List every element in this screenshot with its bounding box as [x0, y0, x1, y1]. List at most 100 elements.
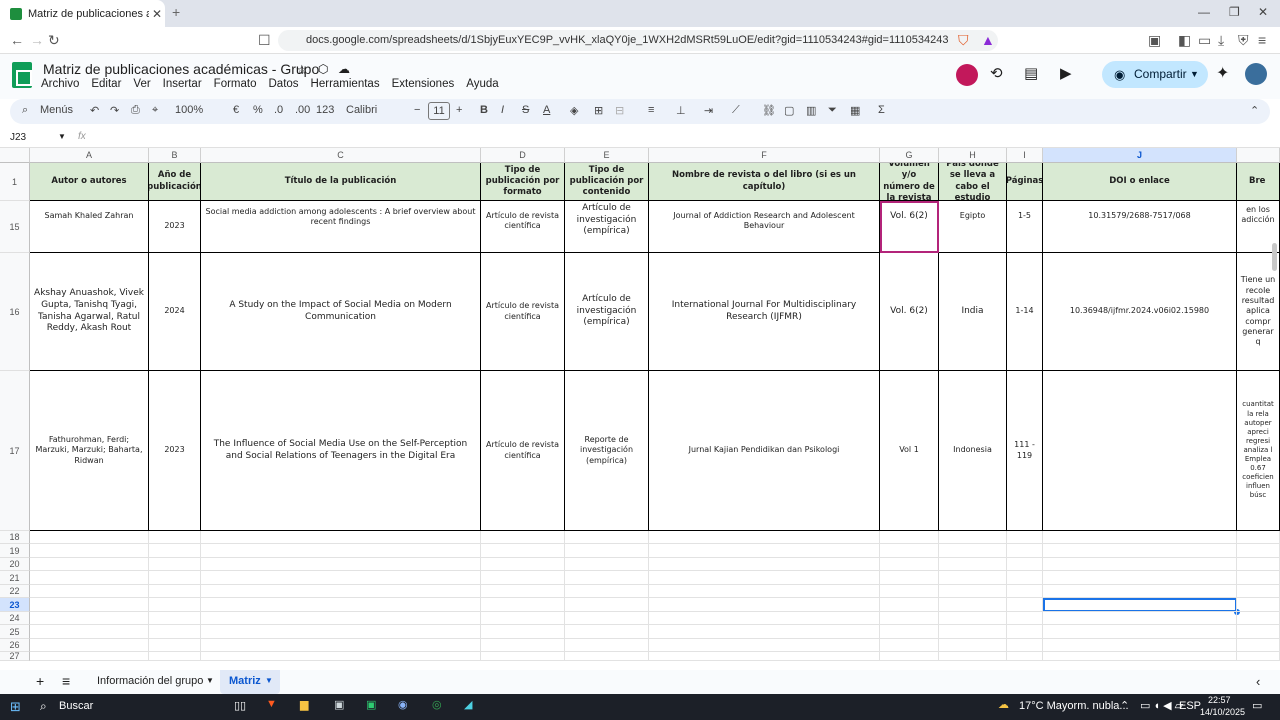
empty-cell[interactable] — [30, 639, 149, 652]
empty-cell[interactable] — [565, 652, 649, 661]
menu-extensiones[interactable]: Extensiones — [392, 78, 455, 90]
empty-cell[interactable] — [1043, 625, 1237, 639]
cloud-status-icon[interactable]: ☁ — [338, 62, 350, 76]
functions-icon[interactable]: Σ — [878, 104, 885, 116]
wallet-icon[interactable]: ▭ — [1198, 32, 1211, 49]
empty-cell[interactable] — [565, 571, 649, 585]
empty-cell[interactable] — [649, 598, 880, 612]
screen-icon[interactable]: ▣ — [1148, 32, 1161, 49]
empty-cell[interactable] — [649, 544, 880, 558]
empty-cell[interactable] — [201, 625, 481, 639]
empty-cell[interactable] — [149, 612, 201, 625]
empty-cell[interactable] — [939, 652, 1007, 661]
chrome-icon[interactable]: ◎ — [432, 698, 442, 711]
empty-cell[interactable] — [880, 652, 939, 661]
empty-cell[interactable] — [30, 612, 149, 625]
collapse-menu-icon[interactable]: ⌃ — [1250, 104, 1259, 117]
empty-cell[interactable] — [880, 625, 939, 639]
undo-icon[interactable]: ↶ — [90, 104, 99, 117]
header-cell-volume[interactable]: Volumen y/o número de la revista — [880, 163, 939, 201]
sheet-tab-info-chevron-icon[interactable]: ▼ — [206, 676, 214, 685]
empty-cell[interactable] — [1007, 652, 1043, 661]
empty-cell[interactable] — [30, 625, 149, 639]
empty-cell[interactable] — [939, 598, 1007, 612]
empty-cell[interactable] — [565, 598, 649, 612]
row-header-22[interactable]: 22 — [0, 585, 30, 598]
fill-color-icon[interactable]: ◈ — [570, 104, 578, 117]
empty-cell[interactable] — [1237, 571, 1280, 585]
empty-cell[interactable] — [880, 598, 939, 612]
cell-year-15[interactable]: 2023 — [149, 201, 201, 253]
empty-cell[interactable] — [201, 571, 481, 585]
menu-archivo[interactable]: Archivo — [41, 78, 79, 90]
empty-cell[interactable] — [649, 571, 880, 585]
column-header-c[interactable]: C — [201, 148, 481, 163]
empty-cell[interactable] — [481, 558, 565, 571]
menu-editar[interactable]: Editar — [91, 78, 121, 90]
column-header-a[interactable]: A — [30, 148, 149, 163]
brave-shield-icon[interactable]: ⛉ — [958, 32, 969, 49]
row-header-24[interactable]: 24 — [0, 612, 30, 625]
cell-country-17[interactable]: Indonesia — [939, 371, 1007, 531]
empty-cell[interactable] — [481, 598, 565, 612]
empty-cell[interactable] — [1007, 612, 1043, 625]
brave-rewards-icon[interactable]: ▲ — [981, 32, 995, 48]
cell-country-16[interactable]: India — [939, 253, 1007, 371]
empty-cell[interactable] — [201, 639, 481, 652]
header-cell-doi[interactable]: DOI o enlace — [1043, 163, 1237, 201]
empty-cell[interactable] — [1237, 625, 1280, 639]
empty-cell[interactable] — [649, 625, 880, 639]
share-button[interactable]: ◉ Compartir ▼ — [1102, 61, 1208, 88]
text-color-icon[interactable]: A — [543, 104, 550, 116]
avatar[interactable] — [1245, 63, 1267, 85]
paint-format-icon[interactable]: ⌖ — [152, 104, 158, 117]
back-icon[interactable]: ← — [10, 32, 24, 48]
text-rotation-icon[interactable]: ⟋ — [732, 104, 740, 117]
empty-cell[interactable] — [939, 639, 1007, 652]
empty-cell[interactable] — [1043, 531, 1237, 544]
empty-cell[interactable] — [201, 612, 481, 625]
cell-year-16[interactable]: 2024 — [149, 253, 201, 371]
empty-cell[interactable] — [149, 598, 201, 612]
all-sheets-icon[interactable]: ≡ — [62, 673, 70, 689]
task-view-icon[interactable]: ▯▯ — [234, 699, 246, 712]
brave-taskbar-icon[interactable]: ▼ — [266, 698, 277, 710]
empty-cell[interactable] — [30, 558, 149, 571]
empty-cell[interactable] — [565, 585, 649, 598]
merge-cells-icon[interactable]: ⊟ — [615, 104, 624, 117]
insert-link-icon[interactable]: ⛓ — [762, 104, 776, 117]
column-header-d[interactable]: D — [481, 148, 565, 163]
zoom-select[interactable]: 100% — [175, 104, 203, 116]
cell-author-17[interactable]: Fathurohman, Ferdi; Marzuki, Marzuki; Ba… — [30, 371, 149, 531]
empty-cell[interactable] — [939, 612, 1007, 625]
empty-cell[interactable] — [1237, 558, 1280, 571]
empty-cell[interactable] — [565, 612, 649, 625]
empty-cell[interactable] — [1237, 585, 1280, 598]
empty-cell[interactable] — [30, 531, 149, 544]
cell-volume-16[interactable]: Vol. 6(2) — [880, 253, 939, 371]
explore-collapse-icon[interactable]: ‹ — [1256, 674, 1260, 689]
empty-cell[interactable] — [1043, 571, 1237, 585]
font-select[interactable]: Calibri — [346, 104, 377, 116]
header-cell-journal[interactable]: Nombre de revista o del libro (si es un … — [649, 163, 880, 201]
spreadsheet-grid[interactable]: A B C D E F G H I J 1 15 16 17 18 19 20 … — [0, 148, 1280, 661]
column-header-h[interactable]: H — [939, 148, 1007, 163]
header-cell-content[interactable]: Tipo de publicación por contenido — [565, 163, 649, 201]
cell-year-17[interactable]: 2023 — [149, 371, 201, 531]
empty-cell[interactable] — [939, 585, 1007, 598]
cell-doi-16[interactable]: 10.36948/ijfmr.2024.v06i02.15980 — [1043, 253, 1237, 371]
sheet-tab-info[interactable]: Información del grupo — [97, 675, 203, 687]
column-header-b[interactable]: B — [149, 148, 201, 163]
vpn-icon[interactable]: ⛨ — [1238, 32, 1249, 49]
italic-icon[interactable]: I — [501, 104, 504, 116]
horizontal-align-icon[interactable]: ≡ — [648, 104, 654, 116]
empty-cell[interactable] — [1043, 612, 1237, 625]
sheets-taskbar-icon[interactable]: ▣ — [366, 698, 376, 711]
sidebar-icon[interactable]: ◧ — [1178, 32, 1191, 49]
cell-volume-17[interactable]: Vol 1 — [880, 371, 939, 531]
text-wrapping-icon[interactable]: ⇥ — [704, 104, 713, 117]
star-icon[interactable]: ☆ — [296, 62, 308, 78]
empty-cell[interactable] — [201, 598, 481, 612]
cell-format-17[interactable]: Artículo de revista científica — [481, 371, 565, 531]
empty-cell[interactable] — [1007, 625, 1043, 639]
